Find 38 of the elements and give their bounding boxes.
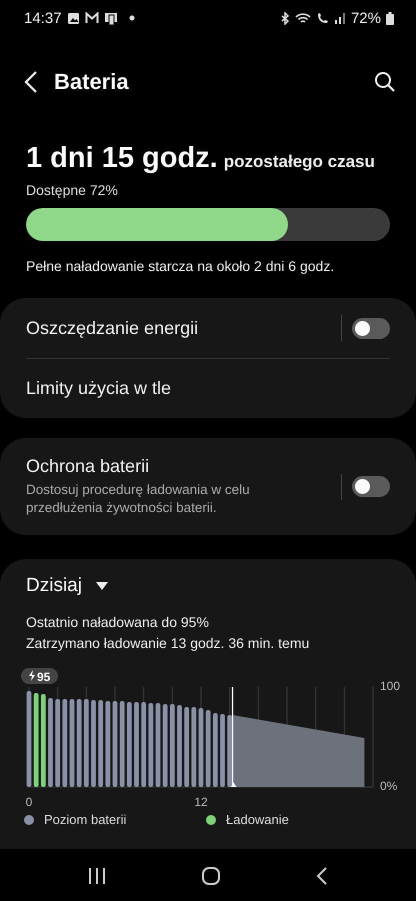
battery-bar [227,715,232,787]
back-icon[interactable] [22,70,40,94]
image-icon [66,12,80,24]
peak-badge: 95 [21,668,58,684]
setting-label: Oszczędzanie energii [26,318,200,338]
axis-label: 100 [380,679,400,694]
back-icon[interactable] [316,866,328,884]
axis-label: 12 [194,795,208,809]
axis-label: 0% [380,779,398,794]
charging-stopped-text: Zatrzymano ładowanie 13 godz. 36 min. temu [25,634,310,653]
toggle-switch[interactable] [352,318,390,338]
remaining-time: 1 dni 15 godz. [26,142,218,175]
period-selector[interactable]: Dzisiaj [26,575,82,597]
full-charge-estimate: Pełne naładowanie starcza na około 2 dni 6 godz. [26,258,336,274]
battery-percent: 72% [350,10,381,26]
recent-apps-icon[interactable] [88,866,106,884]
legend-label: Poziom baterii [44,812,126,827]
page-title: Bateria [54,69,129,95]
battery-icon [386,12,394,24]
dot-icon [128,14,136,22]
remaining-label: pozostałego czasu [224,152,375,172]
clock: 14:37 [24,10,62,26]
axis-label: 0 [26,795,32,809]
signal-icon [334,12,346,24]
setting-label: Ochrona baterii [26,456,150,477]
search-icon[interactable] [374,71,396,93]
call-icon [316,12,329,24]
last-charged-text: Ostatnio naładowana do 95% [25,613,210,632]
bluetooth-icon [280,12,290,24]
legend-label: Ładowanie [226,812,289,827]
dropdown-icon[interactable] [96,582,108,590]
setting-label[interactable]: Limity użycia w tle [26,378,390,399]
setting-description: Dostosuj procedurę ładowania w celu przedłużenia żywotności baterii. [26,481,251,517]
available-percent: Dostępne 72% [26,182,119,198]
mail-icon [84,12,99,24]
home-icon[interactable] [200,866,221,886]
toggle-switch[interactable] [352,476,390,497]
wifi-icon [294,12,311,24]
